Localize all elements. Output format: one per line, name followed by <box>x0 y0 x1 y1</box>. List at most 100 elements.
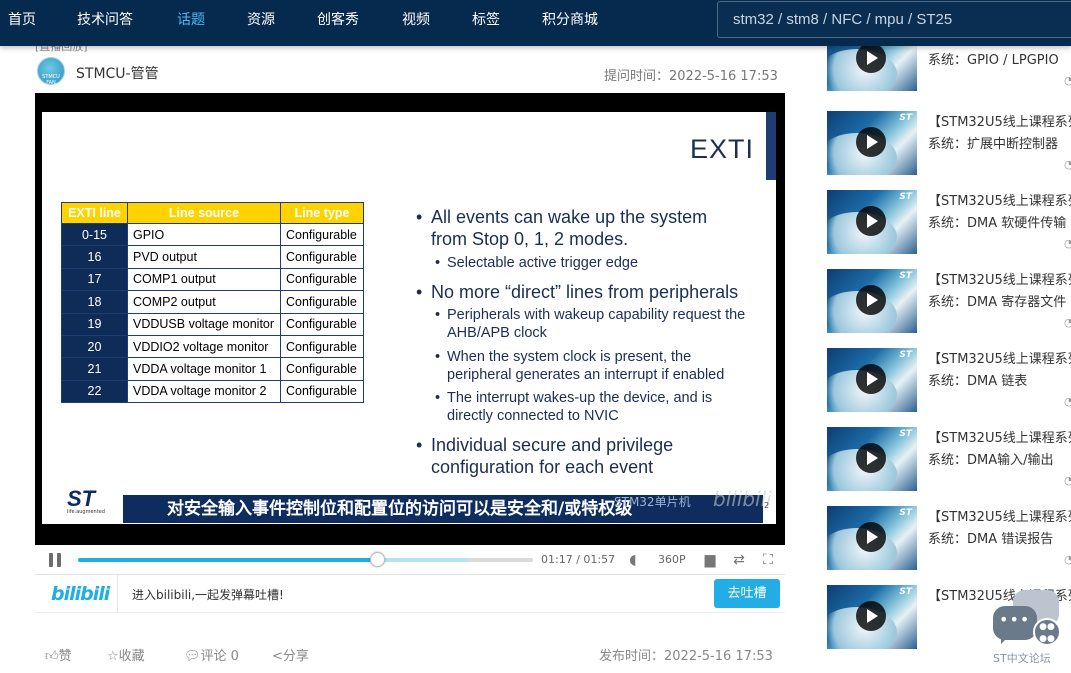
nav-item-tech-qa[interactable]: 技术问答 <box>77 0 133 40</box>
author-name[interactable]: STMCU-管管 <box>76 63 159 83</box>
play-icon[interactable] <box>856 522 886 552</box>
video-thumbnail[interactable]: ST <box>827 269 917 333</box>
video-title[interactable]: 【STM32U5线上课程系列】 <box>928 348 1071 367</box>
sidebar-video-item[interactable]: ST 【STM32U5线上课程系列】系统：DMA 寄存器文件 ◔ <box>827 269 1071 333</box>
play-icon[interactable] <box>856 285 886 315</box>
video-thumbnail[interactable]: ST <box>827 506 917 570</box>
pause-icon[interactable] <box>48 553 62 567</box>
video-subtitle[interactable]: 系统：DMA 错误报告 <box>928 528 1053 547</box>
current-time: 01:17 <box>541 553 573 566</box>
danmaku-button[interactable]: 去吐槽 <box>714 579 780 608</box>
table-cell: 17 <box>61 267 128 292</box>
bullet-1: • All events can wake up the system from … <box>416 207 708 249</box>
nav-item-points-mall[interactable]: 积分商城 <box>542 0 598 40</box>
bullet-text: When the system clock is present, the pe… <box>447 349 725 383</box>
table-cell: Configurable <box>280 290 364 314</box>
video-subtitle[interactable]: 系统：GPIO / LPGPIO <box>928 49 1059 68</box>
video-title[interactable]: 【STM32U5线上课程系列】 <box>928 111 1071 130</box>
video-title[interactable]: 【STM32U5线上课程系列】 <box>928 269 1071 288</box>
table-cell: COMP2 output <box>127 290 281 314</box>
forum-widget[interactable]: ••• ●● ●● ST中文论坛 <box>991 588 1065 668</box>
play-icon[interactable] <box>856 127 886 157</box>
table-cell: 20 <box>61 334 128 359</box>
bullet-text: Peripherals with wakeup capability reque… <box>447 307 746 341</box>
search-input[interactable]: stm32 / stm8 / NFC / mpu / ST25 <box>717 1 1071 38</box>
volume-icon[interactable]: ◖ <box>625 552 641 568</box>
st-logo: ST <box>899 192 912 202</box>
progress-bar[interactable] <box>78 552 533 567</box>
avatar-text: STMCU FAN <box>42 74 60 86</box>
video-player[interactable]: EXTI EXTI line Line source Line type 0-1… <box>35 93 785 545</box>
slide-page-number: 2 <box>764 501 770 510</box>
table-cell: 21 <box>61 357 128 381</box>
duration: 01:57 <box>583 553 616 566</box>
table-cell: 22 <box>61 379 128 404</box>
video-subtitle[interactable]: 系统：DMA 寄存器文件 <box>928 291 1066 310</box>
play-icon[interactable] <box>856 443 886 473</box>
table-header-row: EXTI line Line source Line type <box>61 202 364 224</box>
play-icon[interactable] <box>856 601 886 631</box>
quality-button[interactable]: 360P <box>658 553 686 566</box>
video-subtitle[interactable]: 系统：DMA 软硬件传输 <box>928 212 1066 231</box>
like-button[interactable]: 👍︎赞 <box>45 645 72 664</box>
table-row: 16 PVD output Configurable <box>61 245 364 269</box>
video-thumbnail[interactable]: ST <box>827 111 917 175</box>
video-subtitle[interactable]: 系统：DMA 链表 <box>928 370 1027 389</box>
subtitle-overlay: STM32单片机 <box>614 495 691 509</box>
table-row: 20 VDDIO2 voltage monitor Configurable <box>61 334 364 359</box>
bullet-text: The interrupt wakes-up the device, and i… <box>447 390 713 424</box>
sidebar-video-item[interactable]: ST 【STM32U5线上课程系列】系统：DMA 软硬件传输 ◔ <box>827 190 1071 254</box>
danmaku-icon[interactable]: ▆ <box>702 552 718 568</box>
play-icon[interactable] <box>856 206 886 236</box>
table-row: 19 VDDUSB voltage monitor Configurable <box>61 312 364 336</box>
view-count-icon: ◔ <box>1064 158 1071 171</box>
fullscreen-icon[interactable]: ⛶ <box>760 552 776 568</box>
video-subtitle[interactable]: 系统：扩展中断控制器 <box>928 133 1058 152</box>
video-title[interactable]: 【STM32U5线上课程系列】 <box>928 190 1071 209</box>
sidebar-video-item[interactable]: ST 【STM32U5线上课程系列】系统：DMA输入/输出 ◔ <box>827 427 1071 491</box>
favorite-button[interactable]: ☆收藏 <box>107 645 145 664</box>
sidebar-video-item[interactable]: ST 【STM32U5线上课程系列】系统：DMA 链表 ◔ <box>827 348 1071 412</box>
video-thumbnail[interactable]: ST <box>827 427 917 491</box>
share-button[interactable]: <分享 <box>272 645 309 664</box>
table-cell: 18 <box>61 290 128 314</box>
sidebar-video-item[interactable]: ST 【STM32U5线上课程系列】系统：扩展中断控制器 ◔ <box>827 111 1071 175</box>
video-title[interactable]: 【STM32U5线上课程系列】 <box>928 506 1071 525</box>
nav-item-resources[interactable]: 资源 <box>247 0 275 40</box>
sub-bullet: • The interrupt wakes-up the device, and … <box>435 390 713 424</box>
bullet-text: All events can wake up the system from S… <box>431 207 708 249</box>
danmaku-prompt: 进入bilibili,一起发弹幕吐槽! <box>132 588 284 602</box>
forum-badge-icon: ●● ●● <box>1033 618 1061 646</box>
progress-handle[interactable] <box>370 552 386 567</box>
nav-item-tags[interactable]: 标签 <box>472 0 500 40</box>
nav-item-videos[interactable]: 视频 <box>402 0 430 40</box>
bilibili-logo[interactable]: bilibili <box>51 583 110 605</box>
avatar[interactable]: STMCU FAN <box>37 57 65 86</box>
bullet-3: • Individual secure and privilege configu… <box>416 435 674 477</box>
video-thumbnail[interactable]: ST <box>827 348 917 412</box>
nav-item-maker-show[interactable]: 创客秀 <box>317 0 359 40</box>
video-subtitle[interactable]: 系统：DMA输入/输出 <box>928 449 1054 468</box>
video-thumbnail[interactable]: ST <box>827 585 917 649</box>
play-icon[interactable] <box>856 364 886 394</box>
video-thumbnail[interactable]: ST <box>827 190 917 254</box>
danmaku-bar: bilibili 进入bilibili,一起发弹幕吐槽! 去吐槽 <box>35 575 785 613</box>
time-display: 01:17 / 01:57 <box>541 553 616 566</box>
dots-icon: ••• <box>999 610 1031 629</box>
player-controls: 01:17 / 01:57 ◖ 360P ▆ ⇄ ⛶ <box>35 545 785 575</box>
ask-time: 提问时间：2022-5-16 17:53 <box>604 69 778 84</box>
comment-button[interactable]: 💬︎评论 0 <box>184 645 239 664</box>
st-logo: ST <box>899 429 912 439</box>
video-title[interactable]: 【STM32U5线上课程系列】 <box>928 427 1071 446</box>
comment-icon: 💬︎ <box>184 649 201 664</box>
top-nav: 首页 技术问答 话题 资源 创客秀 视频 标签 积分商城 stm32 / stm… <box>0 0 1071 46</box>
table-cell: COMP1 output <box>127 267 281 292</box>
loop-icon[interactable]: ⇄ <box>731 552 747 568</box>
exti-table: EXTI line Line source Line type 0-15 GPIO… <box>61 202 364 404</box>
nav-item-topics[interactable]: 话题 <box>177 0 205 40</box>
play-icon[interactable] <box>856 43 886 73</box>
thumb-up-icon: 👍︎ <box>45 649 59 664</box>
view-count-icon: ◔ <box>1064 395 1071 408</box>
nav-item-home[interactable]: 首页 <box>8 0 36 40</box>
sidebar-video-item[interactable]: ST 【STM32U5线上课程系列】系统：DMA 错误报告 ◔ <box>827 506 1071 570</box>
